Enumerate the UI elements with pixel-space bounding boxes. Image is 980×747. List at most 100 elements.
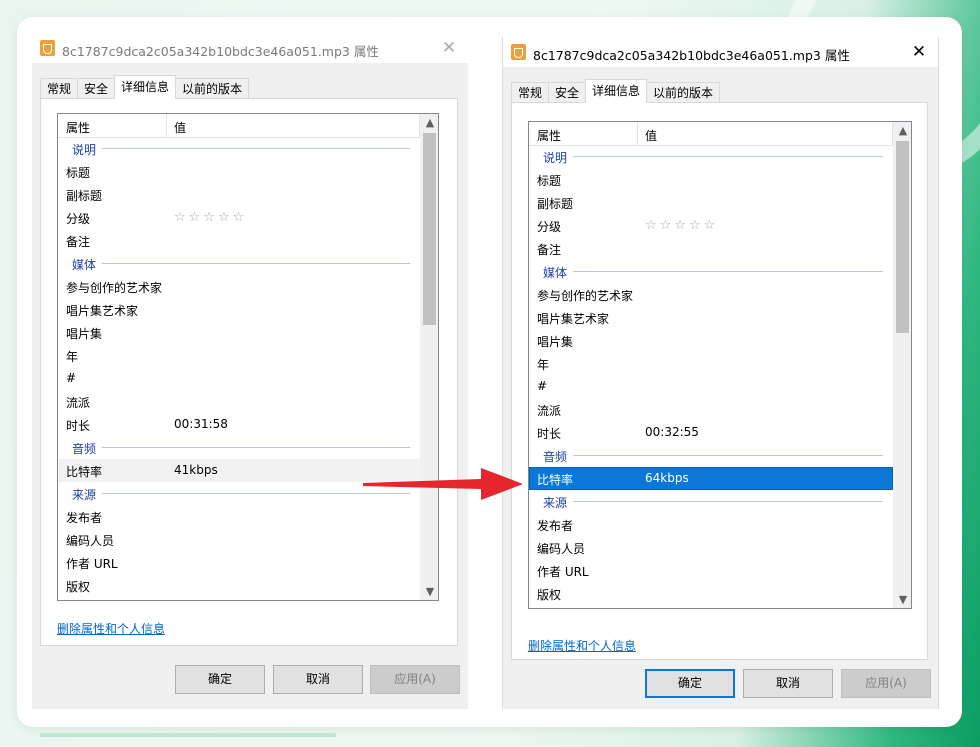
property-name: 参与创作的艺术家 [66, 281, 163, 295]
property-row[interactable]: 比特率 64kbps [529, 467, 893, 490]
vertical-scrollbar[interactable]: ▲ ▼ [893, 122, 911, 608]
property-row[interactable]: 标题 [58, 160, 420, 183]
scroll-down-icon[interactable]: ▼ [894, 591, 911, 608]
property-row[interactable]: 参与创作的艺术家 [58, 275, 420, 298]
property-row[interactable]: 编码人员 [58, 528, 420, 551]
title-bar[interactable]: 8c1787c9dca2c05a342b10bdc3e46a051.mp3 属性… [32, 33, 468, 63]
group-header[interactable]: 媒体 [58, 252, 420, 275]
property-row[interactable]: 编码人员 [529, 536, 893, 559]
property-value: 41kbps [174, 463, 218, 477]
property-row[interactable]: 流派 [58, 390, 420, 413]
property-row[interactable]: 备注 [58, 229, 420, 252]
cancel-button[interactable]: 取消 [743, 669, 833, 698]
group-divider [573, 455, 883, 456]
property-list[interactable]: 属性 值 说明标题 副标题 分级 ☆☆☆☆☆ 备注媒体参与创作的艺术家 唱片集艺术家唱片集… [57, 113, 439, 601]
column-header-value[interactable]: 值 [174, 119, 186, 136]
group-header[interactable]: 说明 [58, 137, 420, 160]
property-row[interactable]: # [58, 367, 420, 390]
remove-properties-link[interactable]: 删除属性和个人信息 [528, 637, 636, 654]
group-label: 音频 [543, 450, 568, 464]
property-name: 编码人员 [537, 542, 586, 556]
property-row[interactable]: 标题 [529, 168, 893, 191]
property-row[interactable]: 年 [58, 344, 420, 367]
column-header-value[interactable]: 值 [645, 127, 657, 144]
property-row[interactable]: 副标题 [529, 191, 893, 214]
property-row[interactable]: 备注 [529, 237, 893, 260]
property-name: 时长 [66, 419, 91, 433]
rating-stars[interactable]: ☆☆☆☆☆ [645, 218, 718, 233]
tab-security[interactable]: 安全 [77, 78, 116, 99]
properties-dialog-before: 8c1787c9dca2c05a342b10bdc3e46a051.mp3 属性… [32, 33, 468, 709]
rating-stars[interactable]: ☆☆☆☆☆ [174, 210, 247, 225]
property-row[interactable]: 时长 00:32:55 [529, 421, 893, 444]
tab-general[interactable]: 常规 [511, 82, 550, 103]
tab-general[interactable]: 常规 [40, 78, 79, 99]
property-row[interactable]: 唱片集艺术家 [58, 298, 420, 321]
title-bar[interactable]: 8c1787c9dca2c05a342b10bdc3e46a051.mp3 属性… [503, 37, 938, 67]
property-name: 备注 [66, 235, 91, 249]
property-row[interactable]: 唱片集 [529, 329, 893, 352]
property-row[interactable]: 发布者 [529, 513, 893, 536]
group-header[interactable]: 音频 [529, 444, 893, 467]
property-name: 发布者 [537, 519, 574, 533]
window-title: 8c1787c9dca2c05a342b10bdc3e46a051.mp3 属性 [62, 44, 379, 59]
property-name: 版权 [537, 588, 562, 602]
scroll-thumb[interactable] [423, 133, 436, 325]
group-header[interactable]: 说明 [529, 145, 893, 168]
scroll-thumb[interactable] [896, 141, 909, 333]
cancel-button[interactable]: 取消 [273, 665, 363, 694]
column-header-property[interactable]: 属性 [537, 127, 561, 144]
property-row[interactable]: 唱片集艺术家 [529, 306, 893, 329]
red-arrow-annotation [363, 468, 523, 500]
remove-properties-link[interactable]: 删除属性和个人信息 [57, 620, 165, 637]
vertical-scrollbar[interactable]: ▲ ▼ [420, 114, 438, 600]
property-row[interactable]: 发布者 [58, 505, 420, 528]
property-row[interactable]: 分级 ☆☆☆☆☆ [529, 214, 893, 237]
property-name: 唱片集艺术家 [66, 304, 139, 318]
scroll-up-icon[interactable]: ▲ [421, 114, 438, 131]
ok-button[interactable]: 确定 [175, 665, 265, 694]
property-name: 标题 [537, 174, 562, 188]
property-value: 00:32:55 [645, 425, 699, 439]
tab-details[interactable]: 详细信息 [114, 75, 177, 99]
scroll-down-icon[interactable]: ▼ [421, 583, 438, 600]
property-row[interactable]: # [529, 375, 893, 398]
property-row[interactable]: 作者 URL [58, 551, 420, 574]
property-row[interactable]: 副标题 [58, 183, 420, 206]
details-panel: 属性 值 说明标题 副标题 分级 ☆☆☆☆☆ 备注媒体参与创作的艺术家 唱片集艺术家唱片集… [40, 98, 458, 646]
group-header[interactable]: 来源 [529, 490, 893, 513]
group-header[interactable]: 媒体 [529, 260, 893, 283]
tab-previous-versions[interactable]: 以前的版本 [175, 78, 250, 99]
property-row[interactable]: 版权 [58, 574, 420, 597]
group-header[interactable]: 音频 [58, 436, 420, 459]
close-button[interactable]: ✕ [438, 37, 460, 59]
ok-button[interactable]: 确定 [645, 669, 735, 698]
property-row[interactable]: 年 [529, 352, 893, 375]
tab-previous-versions[interactable]: 以前的版本 [646, 82, 721, 103]
property-row[interactable]: 参与创作的艺术家 [529, 283, 893, 306]
window-title: 8c1787c9dca2c05a342b10bdc3e46a051.mp3 属性 [533, 48, 850, 63]
property-row[interactable]: 时长 00:31:58 [58, 413, 420, 436]
group-label: 说明 [72, 143, 97, 157]
list-header: 属性 值 [529, 122, 893, 146]
property-name: 作者 URL [66, 557, 118, 571]
tab-details[interactable]: 详细信息 [585, 79, 648, 103]
column-divider[interactable] [637, 122, 638, 145]
property-name: 年 [66, 350, 79, 364]
property-row[interactable]: 流派 [529, 398, 893, 421]
group-divider [102, 447, 410, 448]
scroll-up-icon[interactable]: ▲ [894, 122, 911, 139]
property-list[interactable]: 属性 值 说明标题副标题 分级 ☆☆☆☆☆ 备注 媒体 参与创作的艺术家 唱片集艺术家 唱片集… [528, 121, 912, 609]
close-button[interactable]: ✕ [908, 41, 930, 63]
property-row[interactable]: 唱片集 [58, 321, 420, 344]
tab-security[interactable]: 安全 [548, 82, 587, 103]
group-divider [102, 148, 410, 149]
column-divider[interactable] [166, 114, 167, 137]
property-row[interactable]: 作者 URL [529, 559, 893, 582]
property-name: 版权 [66, 580, 91, 594]
property-row[interactable]: 版权 [529, 582, 893, 605]
column-header-property[interactable]: 属性 [66, 119, 90, 136]
property-row[interactable]: 分级 ☆☆☆☆☆ [58, 206, 420, 229]
apply-button[interactable]: 应用(A) [370, 665, 460, 694]
apply-button[interactable]: 应用(A) [841, 669, 931, 698]
